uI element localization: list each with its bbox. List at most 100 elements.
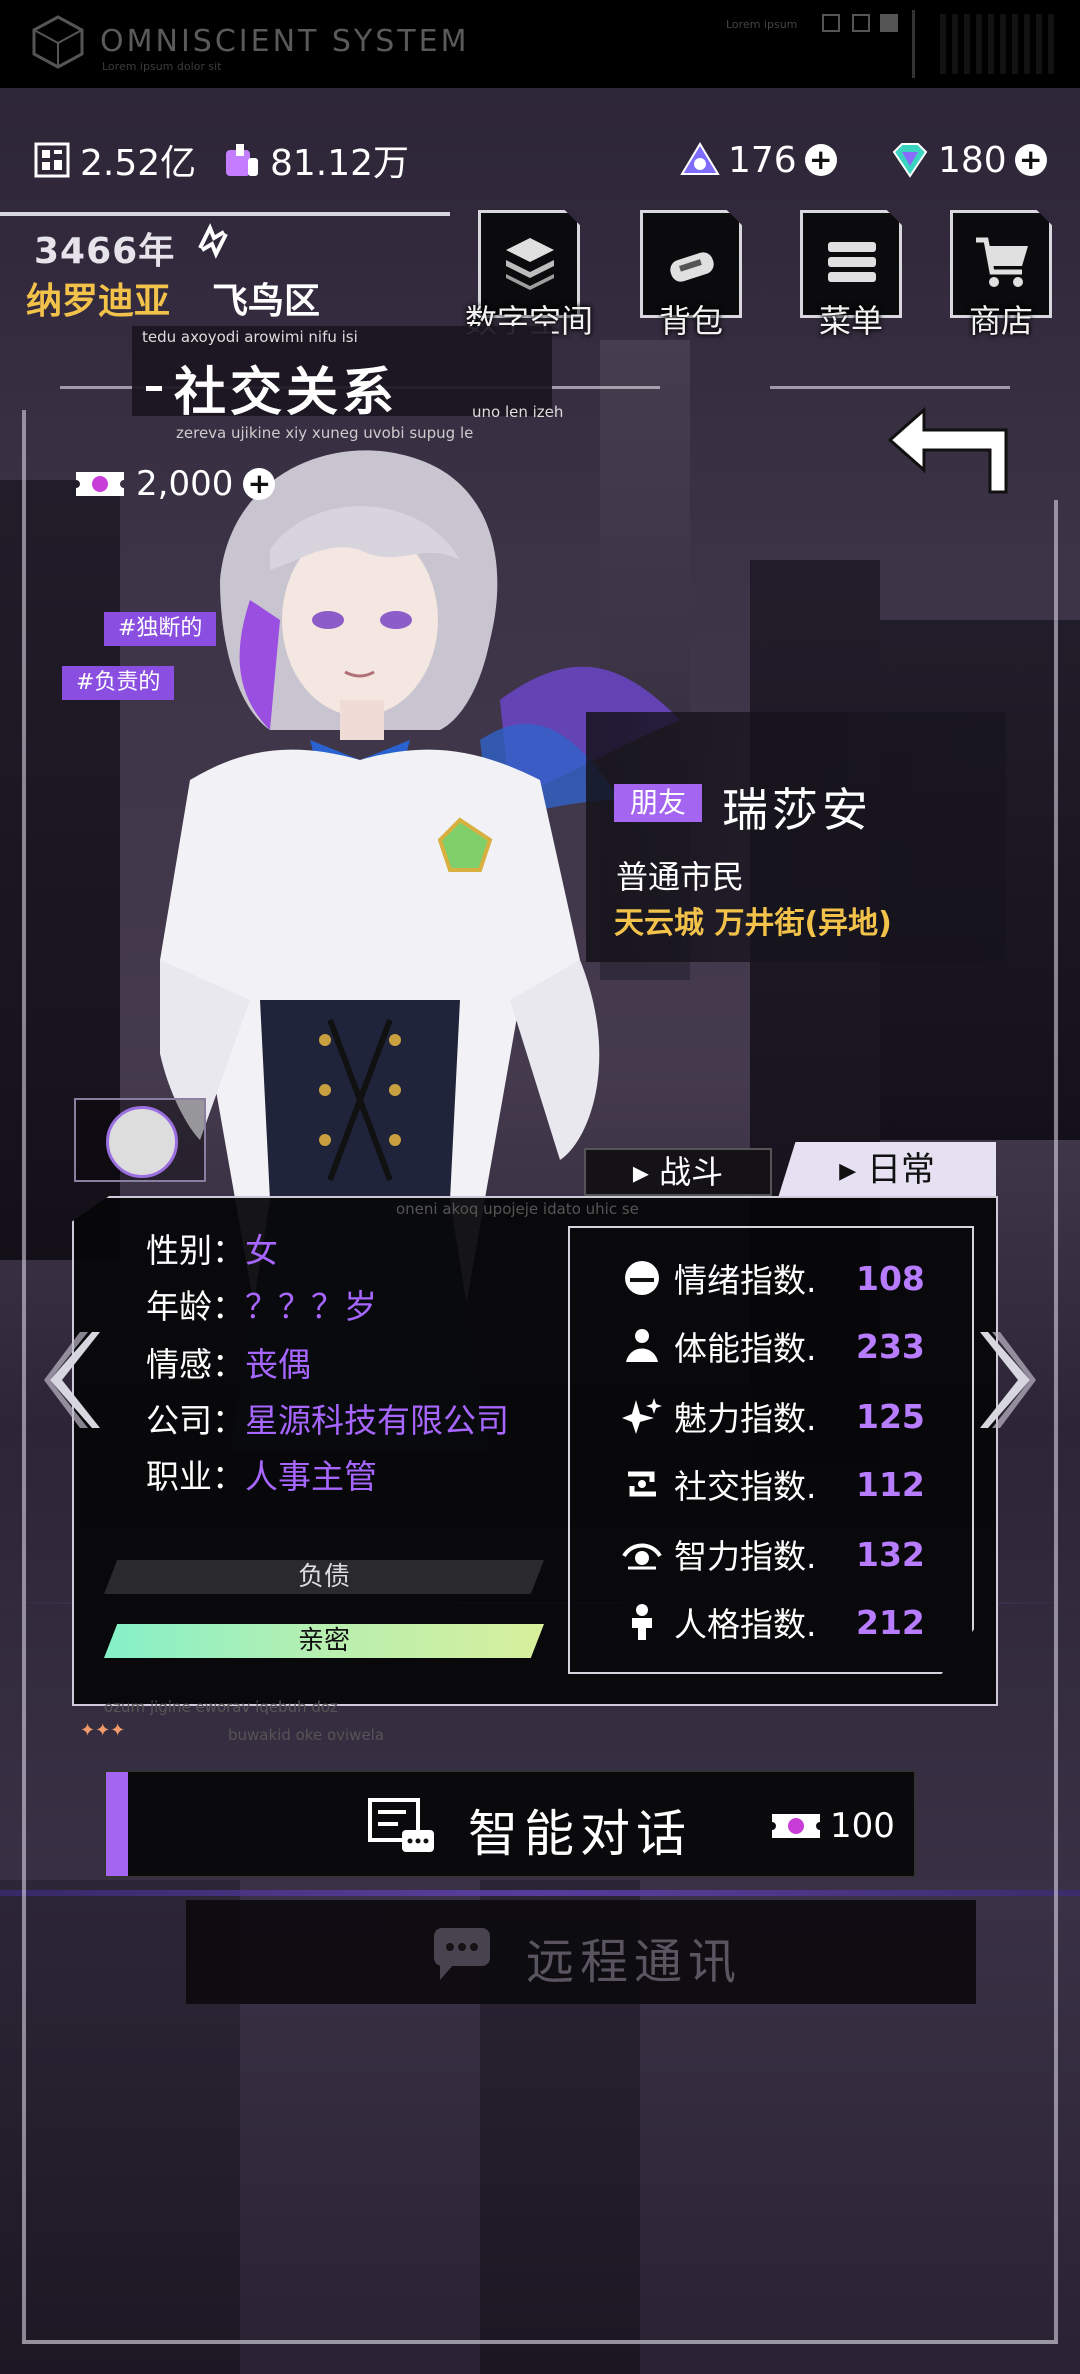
tab-label: 战斗 <box>659 1153 724 1191</box>
stamina-icon <box>620 1324 664 1368</box>
system-subtitle: Lorem ipsum dolor sit <box>102 60 222 73</box>
crystal-counter: 176 + <box>680 136 837 184</box>
remote-label: 远程通讯 <box>526 1934 743 1990</box>
info-label: 情感： <box>146 1345 245 1384</box>
chat-icon <box>368 1798 434 1852</box>
remote-call-button[interactable]: 远程通讯 <box>186 1900 976 2004</box>
gem-icon <box>892 143 928 178</box>
stat-value: 125 <box>856 1396 925 1436</box>
layers-icon <box>506 238 554 290</box>
vouchers-counter: 81.12万 <box>222 136 409 184</box>
info-row-job: 职业：人事主管 <box>146 1450 377 1498</box>
stat-charm: 魅力指数. 125 <box>620 1394 925 1438</box>
shop-button[interactable]: 商店 <box>950 210 1052 340</box>
menu-label: 背包 <box>658 302 723 340</box>
frame-left <box>22 410 26 2340</box>
stat-label: 魅力指数. <box>674 1399 817 1438</box>
panel-top-text: oneni akoq upojeje idato uhic se <box>396 1200 639 1218</box>
info-row-gender: 性别：女 <box>146 1224 278 1272</box>
system-logo-icon <box>32 15 84 69</box>
character-role: 普通市民 <box>616 858 745 896</box>
stat-stamina: 体能指数. 233 <box>620 1324 925 1368</box>
refresh-icon[interactable] <box>192 220 234 262</box>
stat-emotion: 情绪指数. 108 <box>620 1256 925 1300</box>
stat-value: 212 <box>856 1602 925 1642</box>
sys-box <box>852 14 870 32</box>
sys-pattern <box>940 14 1060 74</box>
menu-list-icon <box>828 242 876 282</box>
prev-arrow-icon[interactable] <box>44 1330 100 1430</box>
stat-label: 智力指数. <box>674 1537 817 1576</box>
chat-cost-value: 100 <box>830 1806 895 1846</box>
chat-label: 智能对话 <box>468 1805 692 1863</box>
info-label: 年龄： <box>146 1287 245 1326</box>
crystal-icon <box>680 142 720 175</box>
digital-space-button[interactable]: 数字空间 <box>465 210 593 340</box>
avatar <box>106 1106 178 1178</box>
star-rating: ✦✦✦ <box>80 1720 126 1741</box>
sparkle-icon <box>620 1394 664 1438</box>
stat-social: 社交指数. 112 <box>620 1462 925 1506</box>
crystal-add-button[interactable]: + <box>804 144 837 176</box>
voucher-icon <box>226 144 258 176</box>
system-title: OMNISCIENT SYSTEM <box>100 24 470 59</box>
next-arrow-icon[interactable] <box>980 1330 1036 1430</box>
section-small-top: tedu axoyodi arowimi nifu isi <box>142 328 358 346</box>
info-label: 职业： <box>146 1457 245 1496</box>
relation-badge: 朋友 <box>614 784 702 822</box>
eye-icon <box>620 1532 664 1576</box>
back-arrow-icon[interactable] <box>880 398 1010 494</box>
social-icon <box>620 1462 664 1506</box>
mini-avatar[interactable] <box>74 1098 206 1182</box>
bag-button[interactable]: 背包 <box>640 210 742 340</box>
location-divider <box>0 212 450 216</box>
personality-tag: #独断的 <box>104 612 217 646</box>
tab-daily[interactable]: ▸ 日常 <box>778 1142 996 1198</box>
token-amount: 2,000 <box>136 464 234 504</box>
stat-label: 社交指数. <box>674 1467 817 1506</box>
personality-tag: #负责的 <box>62 666 175 700</box>
emotion-icon <box>620 1256 664 1300</box>
sys-divider <box>912 10 915 78</box>
frame-bottom <box>22 2340 1058 2344</box>
info-label: 性别： <box>146 1231 245 1270</box>
menu-button[interactable]: 菜单 <box>800 210 902 340</box>
cart-icon <box>976 237 1028 287</box>
section-small-bottom: zereva ujikine xiy xuneg uvobi supug le <box>176 424 474 442</box>
intimacy-bar: 亲密 <box>104 1624 544 1658</box>
message-icon <box>434 1928 490 1980</box>
ticket-icon <box>772 1814 820 1838</box>
character-name: 瑞莎安 <box>722 783 872 837</box>
tab-label: 日常 <box>866 1150 935 1190</box>
gem-add-button[interactable]: + <box>1014 144 1047 176</box>
info-row-age: 年龄：？？？岁 <box>146 1280 377 1328</box>
stat-label: 人格指数. <box>674 1605 817 1644</box>
region-name: 纳罗迪亚 <box>26 281 171 322</box>
frame-top <box>770 386 1010 389</box>
info-value: 人事主管 <box>245 1457 377 1496</box>
debt-bar: 负债 <box>104 1560 544 1594</box>
token-add-button[interactable]: + <box>243 468 276 500</box>
title-dash <box>146 386 162 391</box>
gem-value: 180 <box>938 139 1007 181</box>
frame-right <box>1054 500 1058 2340</box>
panel-foot-text: buwakid oke oviwela <box>228 1726 385 1744</box>
tab-battle[interactable]: ▸ 战斗 <box>584 1148 772 1196</box>
stat-value: 233 <box>856 1326 925 1366</box>
info-value: 丧偶 <box>245 1345 311 1384</box>
menu-label: 菜单 <box>818 302 883 340</box>
crystal-value: 176 <box>728 139 797 181</box>
info-value: 星源科技有限公司 <box>245 1401 509 1440</box>
year-label: 3466年 <box>34 231 176 272</box>
vouchers-value: 81.12万 <box>270 143 410 184</box>
person-icon <box>620 1600 664 1644</box>
info-row-company: 公司：星源科技有限公司 <box>146 1394 509 1442</box>
button-accent <box>106 1772 128 1876</box>
district-name: 飞鸟区 <box>212 281 321 322</box>
chat-cost: 100 <box>770 1806 895 1846</box>
sys-box <box>880 14 898 32</box>
stat-label: 情绪指数. <box>674 1261 817 1300</box>
token-balance: 2,000 + <box>74 462 276 506</box>
stat-intelligence: 智力指数. 132 <box>620 1532 925 1576</box>
menu-label: 商店 <box>968 302 1033 340</box>
